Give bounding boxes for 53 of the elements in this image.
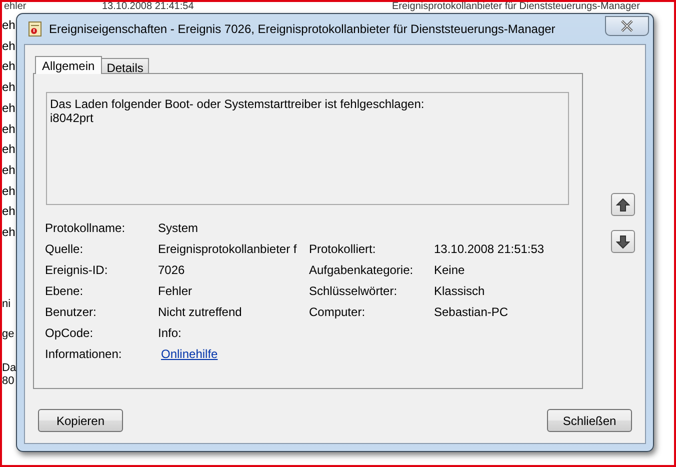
background-cell: eh: [2, 59, 16, 74]
background-cell-text: ehler: [4, 2, 28, 12]
field-label: Benutzer:: [45, 305, 98, 319]
field-label: Protokolliert:: [309, 242, 377, 256]
field-value: Fehler: [158, 284, 194, 298]
background-cell: eh: [2, 122, 16, 136]
background-text: ni: [2, 298, 12, 311]
background-cell: eh: [2, 18, 16, 33]
down-arrow-icon: [616, 234, 630, 248]
close-icon: [620, 20, 634, 32]
field-value: Ereignisprotokollanbieter f: [158, 242, 298, 256]
field-label: Aufgabenkategorie:: [309, 263, 414, 277]
field-value: Sebastian-PC: [434, 305, 510, 319]
message-box: Das Laden folgender Boot- oder Systemstarttreiber ist fehlgeschlagen: i8042prt: [46, 92, 569, 205]
field-value: 13.10.2008 21:51:53: [434, 242, 546, 256]
field-label: Quelle:: [45, 242, 84, 256]
tab[interactable]: Details: [100, 58, 150, 73]
background-cell: eh: [2, 80, 16, 95]
field-value: Klassisch: [434, 284, 486, 298]
field-label: Computer:: [309, 305, 366, 319]
field-label: Informationen:: [45, 347, 123, 361]
window-title: Ereigniseigenschaften - Ereignis 7026, Ereignisprotokollanbieter für Dienststeuerungs-Manager: [49, 22, 556, 36]
next-button[interactable]: [611, 230, 635, 253]
field-value: Info:: [158, 326, 182, 340]
event-log-icon: [27, 21, 43, 37]
field-value: Nicht zutreffend: [158, 305, 243, 319]
field-value: 7026: [158, 263, 186, 277]
background-cell: eh: [2, 162, 16, 178]
close-button[interactable]: [605, 16, 649, 36]
up-arrow-icon: [616, 198, 630, 212]
field-value: System: [158, 221, 200, 235]
field-label: Ereignis-ID:: [45, 263, 109, 277]
background-text: ge: [2, 328, 16, 341]
background-cell-text: 13.10.2008 21:41:54: [102, 2, 195, 12]
background-cell: eh: [2, 38, 16, 54]
background-cell: Ereignisprotokollanbieter für Dienststeuerungs-Manager: [392, 2, 640, 12]
background-cell: eh: [2, 225, 16, 240]
field-value: Keine: [434, 263, 466, 277]
background-cell: eh: [2, 142, 16, 157]
close-dialog-button[interactable]: Schließen: [547, 409, 632, 432]
background-cell: eh: [2, 100, 16, 116]
previous-button[interactable]: [611, 193, 635, 216]
copy-button[interactable]: Kopieren: [38, 409, 123, 432]
background-cell: eh: [2, 184, 16, 198]
field-label: OpCode:: [45, 326, 94, 340]
background-text: 80: [2, 375, 16, 388]
field-label: Schlüsselwörter:: [309, 284, 398, 298]
background-cell: eh: [2, 204, 16, 220]
tab[interactable]: Allgemein: [35, 56, 102, 74]
help-link[interactable]: Onlinehilfe: [161, 347, 218, 361]
field-label: Protokollname:: [45, 221, 126, 235]
field-label: Ebene:: [45, 284, 84, 298]
background-text: Da: [2, 362, 16, 375]
